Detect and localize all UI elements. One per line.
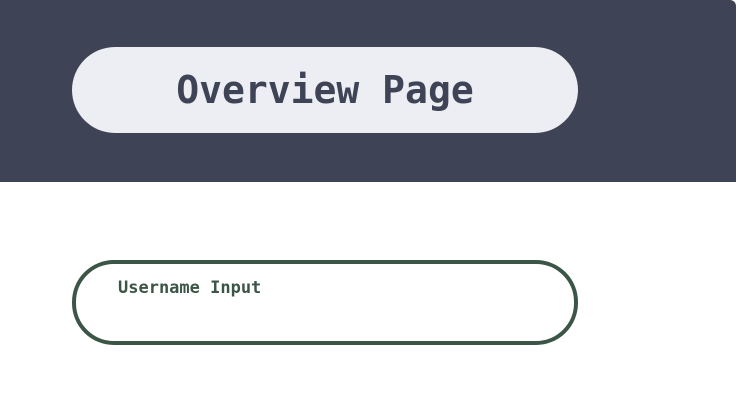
username-label: Username Input [118,278,262,298]
page-title: Overview Page [176,68,474,112]
overview-window: Overview Page Username Input [0,0,738,404]
page-header: Overview Page [0,0,736,182]
username-input[interactable] [116,304,536,332]
username-field[interactable]: Username Input [72,260,578,345]
page-title-pill: Overview Page [72,47,578,133]
